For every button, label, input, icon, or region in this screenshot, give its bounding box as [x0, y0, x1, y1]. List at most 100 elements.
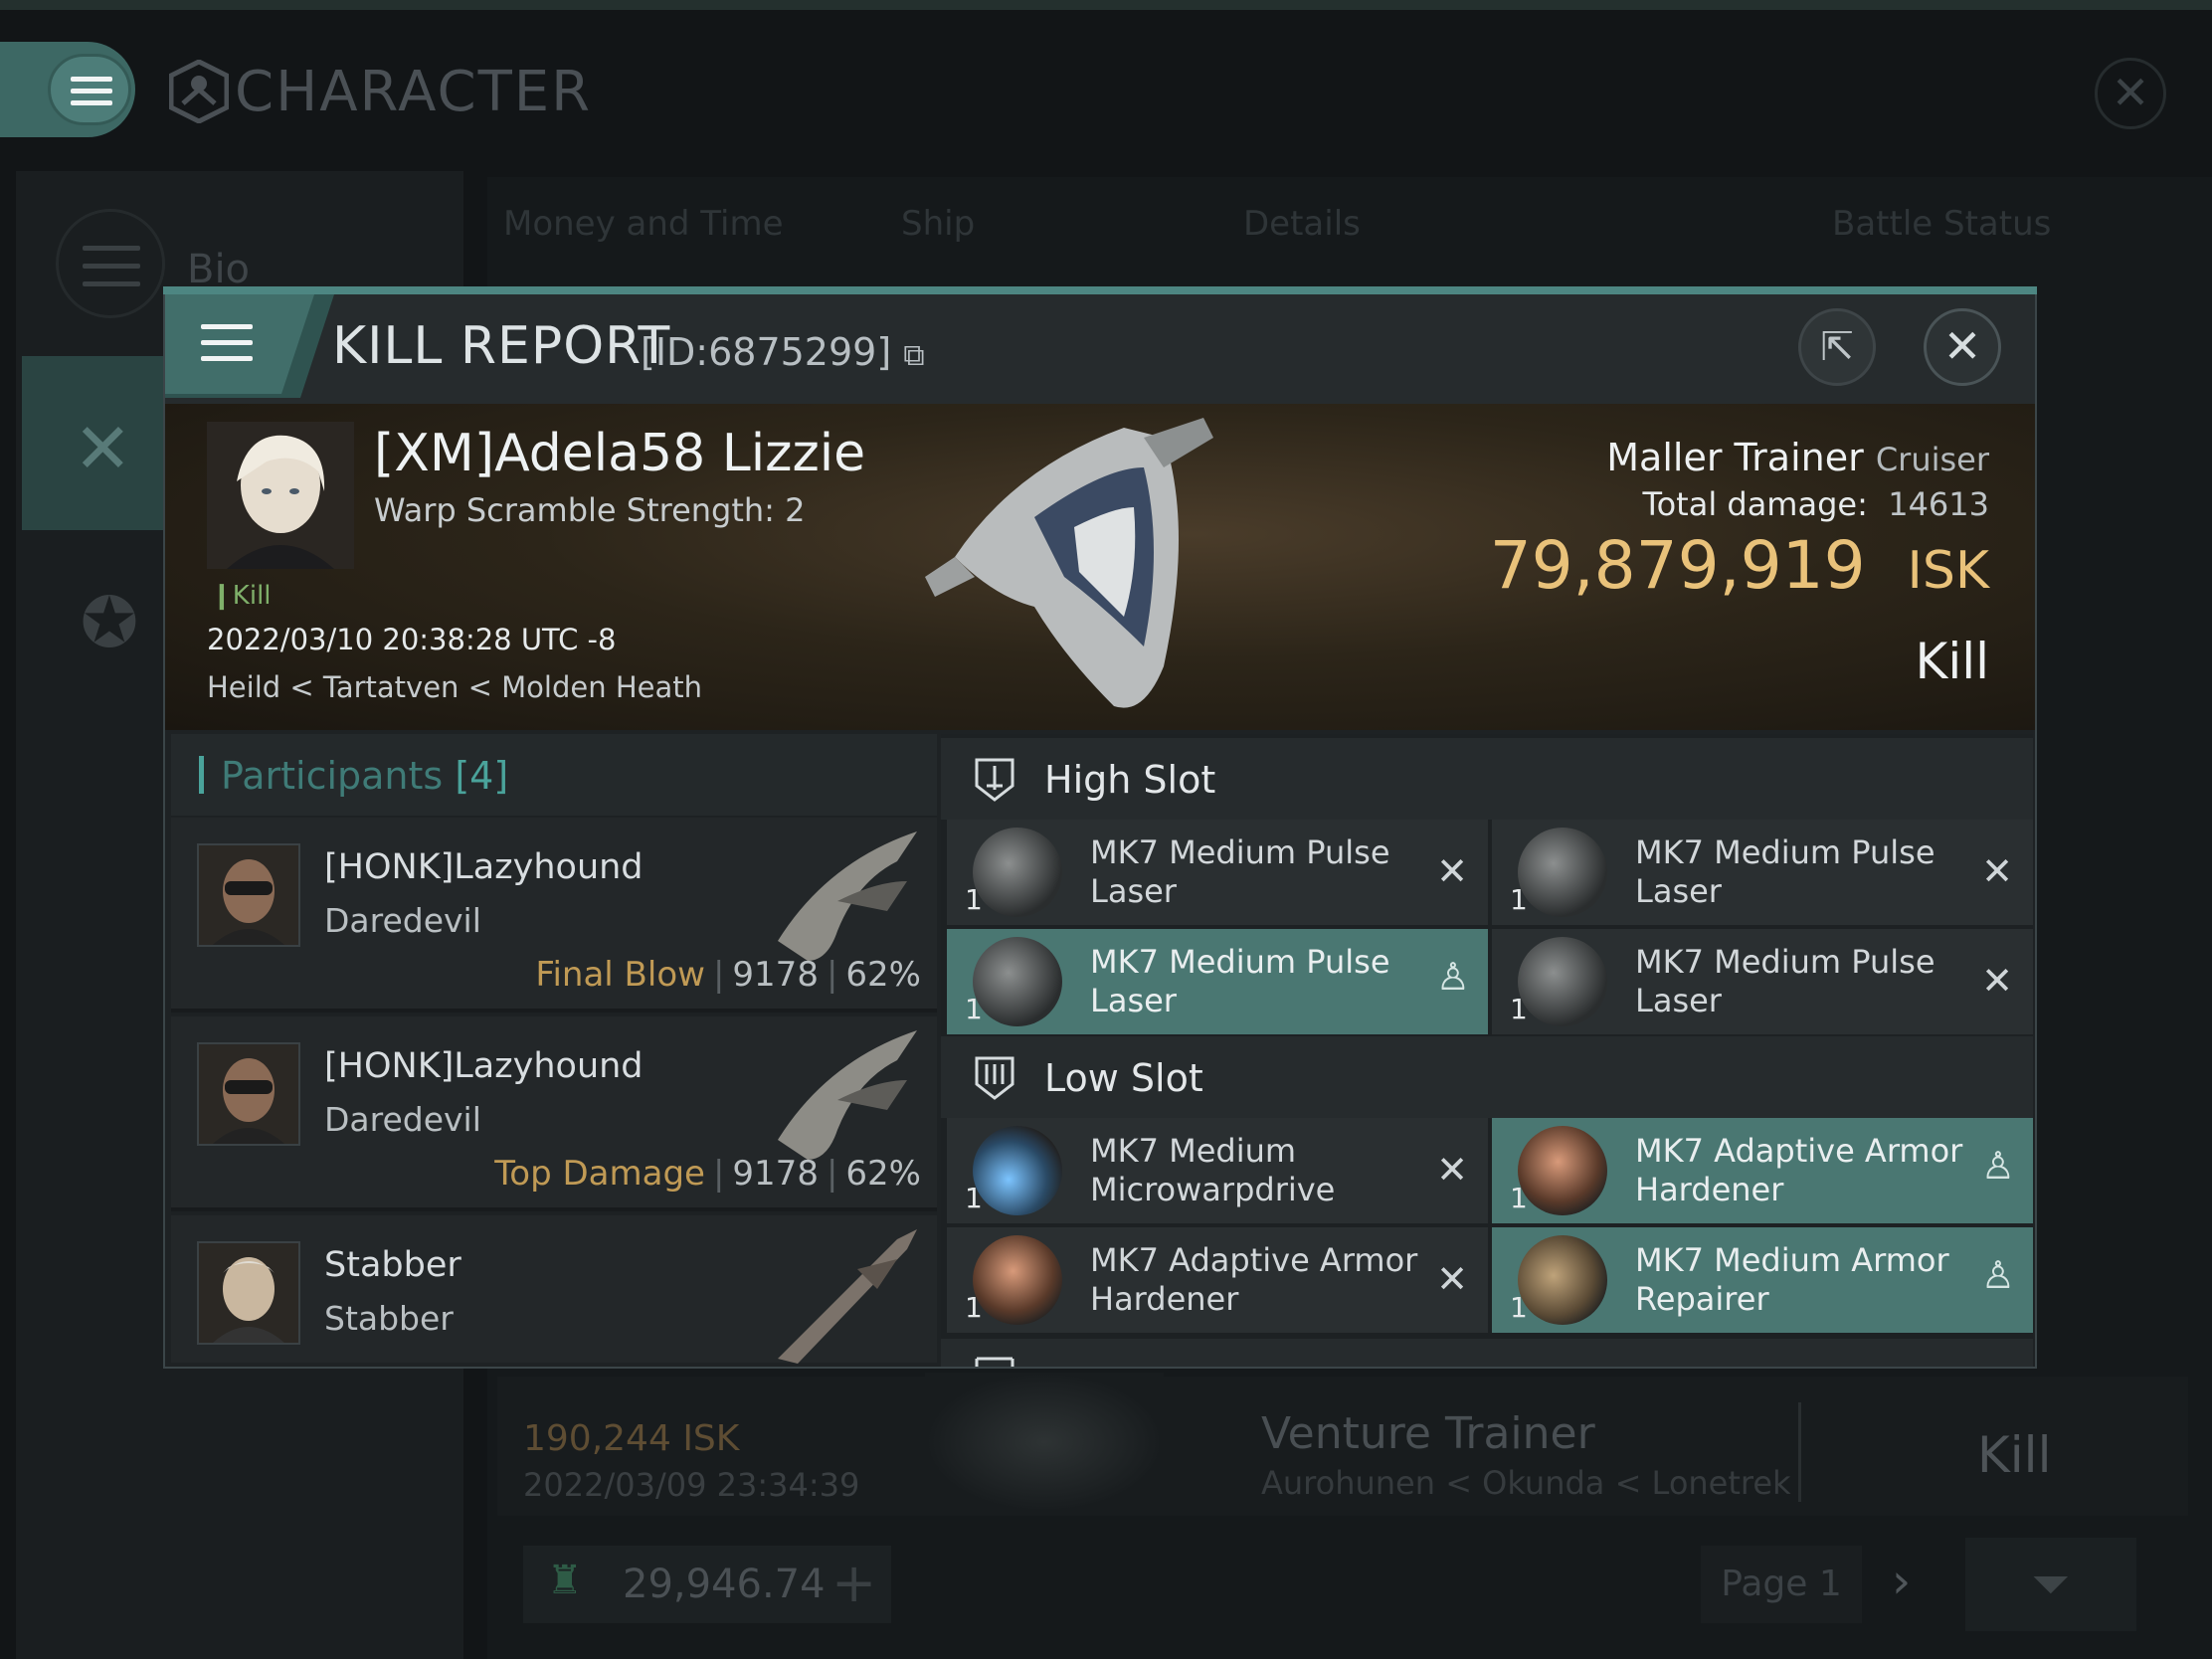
destroyed-icon: ✕	[1436, 1148, 1468, 1192]
filter-button[interactable]: ⏷	[1965, 1538, 2136, 1631]
copy-icon[interactable]: ⧉	[903, 338, 924, 373]
wallet-balance: 29,946.74	[623, 1562, 826, 1607]
next-page-icon[interactable]: ›	[1892, 1554, 1911, 1609]
destroyed-icon: ✕	[1981, 959, 2013, 1003]
module-quantity: 1	[965, 1291, 983, 1324]
isk-unit: ISK	[1907, 541, 1989, 601]
module-slot[interactable]: 1 MK7 Medium Pulse Laser ✕	[1492, 929, 2033, 1034]
module-slot[interactable]: 1 MK7 Adaptive Armor Hardener ♙	[1492, 1118, 2033, 1223]
high-slot-header: High Slot	[941, 738, 2033, 820]
row-isk: 190,244 ISK	[523, 1418, 740, 1459]
destroyed-icon: ✕	[1436, 1257, 1468, 1301]
result-label: Kill	[1915, 633, 1989, 690]
victim-avatar[interactable]	[207, 422, 354, 569]
high-slot-title: High Slot	[1044, 758, 1216, 802]
row-date: 2022/03/09 23:34:39	[523, 1466, 860, 1504]
row-location: Aurohunen < Okunda < Lonetrek	[1261, 1464, 1791, 1502]
participants-accent	[199, 756, 204, 794]
module-slot[interactable]: 1 MK7 Medium Pulse Laser ♙	[947, 929, 1488, 1034]
add-funds-button[interactable]: +	[831, 1552, 876, 1614]
tab-money-and-time[interactable]: Money and Time	[503, 204, 784, 244]
app-title: CHARACTER	[235, 60, 593, 124]
participant-tag: Top Damage	[494, 1154, 705, 1194]
module-slot[interactable]: 1 MK7 Medium Armor Repairer ♙	[1492, 1227, 2033, 1333]
crossed-swords-icon: ✕	[74, 408, 132, 489]
victim-ship[interactable]: Maller Trainer Cruiser	[1492, 436, 1989, 479]
share-button[interactable]: ⇱	[1798, 308, 1876, 386]
main-menu-button[interactable]	[0, 42, 135, 137]
report-id-text: [ID:6875299]	[641, 330, 892, 374]
isk-amount: 79,879,919	[1489, 527, 1866, 604]
total-damage-label: Total damage:	[1642, 485, 1868, 523]
participant-name: Stabber	[324, 1245, 461, 1285]
menu-icon	[201, 324, 253, 368]
module-slot[interactable]: 1 MK7 Medium Pulse Laser ✕	[1492, 820, 2033, 925]
star-icon[interactable]: ✪	[60, 569, 159, 676]
microwarpdrive-icon	[973, 1126, 1062, 1215]
pulse-laser-icon	[1518, 828, 1607, 917]
participant-name: [HONK]Lazyhound	[324, 1046, 644, 1086]
isk-value: 79,879,919 ISK	[1392, 527, 1989, 604]
destroyed-icon: ✕	[1436, 849, 1468, 893]
participant-percent: 62%	[845, 955, 921, 995]
participant-avatar	[197, 1042, 300, 1146]
total-damage-value: 14613	[1888, 485, 1989, 523]
participant-row[interactable]: Stabber Stabber	[171, 1215, 937, 1364]
close-icon: ✕	[1942, 319, 1982, 373]
tab-battle-status[interactable]: Battle Status	[1832, 204, 2051, 244]
module-quantity: 1	[965, 883, 983, 916]
bio-menu-icon[interactable]	[56, 209, 165, 318]
participant-percent: 62%	[845, 1154, 921, 1194]
high-slot-icon	[975, 758, 1014, 802]
tab-ship[interactable]: Ship	[901, 204, 975, 244]
module-name: MK7 Medium Pulse Laser	[1635, 833, 1936, 910]
victim-name[interactable]: [XM]Adela58 Lizzie	[374, 424, 865, 483]
page-indicator: Page 1	[1701, 1546, 1862, 1623]
menu-icon	[48, 54, 131, 125]
participant-row[interactable]: [HONK]Lazyhound Daredevil Top Damage | 917…	[171, 1016, 937, 1211]
module-name: MK7 Medium Pulse Laser	[1090, 943, 1390, 1019]
kill-location[interactable]: Heild < Tartatven < Molden Heath	[207, 670, 702, 704]
participant-stats: Final Blow | 9178 | 62%	[535, 955, 921, 995]
module-quantity: 1	[965, 1182, 983, 1214]
ship-name-text: Maller Trainer	[1606, 436, 1864, 479]
app-close-button[interactable]: ✕	[2095, 58, 2166, 129]
low-slot-icon	[975, 1056, 1014, 1100]
module-name: MK7 Adaptive Armor Hardener	[1090, 1241, 1418, 1318]
dialog-title: KILL REPORT	[332, 316, 671, 376]
top-strip	[0, 0, 2212, 10]
total-damage: Total damage: 14613	[1492, 485, 1989, 523]
pulse-laser-icon	[1518, 937, 1607, 1026]
kill-tag: ❙Kill	[211, 581, 272, 611]
dialog-close-button[interactable]: ✕	[1924, 308, 2001, 386]
module-name: MK7 Medium Pulse Laser	[1635, 943, 1936, 1019]
participant-stats: Top Damage | 9178 | 62%	[494, 1154, 921, 1194]
row-divider	[1798, 1402, 1801, 1502]
mid-slot-icon	[975, 1357, 1014, 1367]
armor-repairer-icon	[1518, 1235, 1607, 1325]
participant-damage: 9178	[732, 955, 819, 995]
module-quantity: 1	[965, 993, 983, 1025]
participant-ship-image	[778, 831, 917, 961]
module-name: MK7 Medium Microwarpdrive	[1090, 1132, 1336, 1208]
participants-label: Participants	[221, 754, 444, 798]
dropped-person-icon: ♙	[1435, 955, 1470, 999]
module-slot[interactable]: 1 MK7 Adaptive Armor Hardener ✕	[947, 1227, 1488, 1333]
row-result: Kill	[1977, 1426, 2052, 1484]
dialog-accent-line	[163, 286, 2037, 294]
module-quantity: 1	[1510, 1291, 1528, 1324]
participants-count: [4]	[455, 754, 509, 798]
participant-row[interactable]: [HONK]Lazyhound Daredevil Final Blow | 917…	[171, 818, 937, 1013]
victim-ship-image	[925, 418, 1213, 708]
participant-avatar	[197, 1241, 300, 1345]
sidebar-item-combat[interactable]: ✕	[22, 356, 171, 530]
pulse-laser-icon	[973, 828, 1062, 917]
tab-details[interactable]: Details	[1243, 204, 1361, 244]
row-ship-name: Venture Trainer	[1261, 1408, 1595, 1459]
low-slot-header: Low Slot	[941, 1036, 2033, 1118]
participant-ship: Stabber	[324, 1299, 454, 1338]
module-slot[interactable]: 1 MK7 Medium Microwarpdrive ✕	[947, 1118, 1488, 1223]
module-slot[interactable]: 1 MK7 Medium Pulse Laser ✕	[947, 820, 1488, 925]
module-quantity: 1	[1510, 993, 1528, 1025]
destroyed-icon: ✕	[1981, 849, 2013, 893]
